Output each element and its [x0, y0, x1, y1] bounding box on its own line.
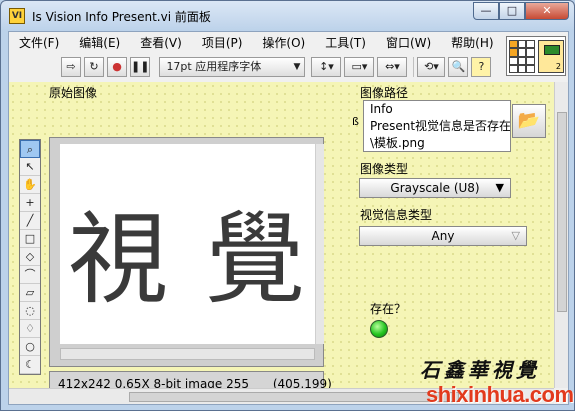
connector-terminal[interactable]: [509, 56, 518, 65]
image-type-indicator[interactable]: Grayscale (U8) ▼: [359, 178, 511, 198]
search-icon[interactable]: 🔍: [448, 57, 469, 77]
close-button[interactable]: ✕: [525, 2, 569, 20]
browse-folder-icon[interactable]: 📂: [512, 104, 546, 138]
image-display-label: 原始图像: [49, 86, 98, 100]
connector-terminal[interactable]: [517, 64, 527, 73]
annulus-tool-icon[interactable]: ⌒: [20, 266, 40, 284]
image-horizontal-scrollbar[interactable]: [60, 348, 315, 360]
menu-edit[interactable]: 编辑(E): [73, 32, 126, 54]
vision-info-type-value: Any: [431, 229, 455, 243]
connector-terminal[interactable]: [526, 56, 535, 65]
image-display: 視 覺: [49, 137, 324, 367]
connector-terminal[interactable]: [517, 40, 527, 49]
image-path-label: 图像路径: [360, 86, 409, 100]
menu-project[interactable]: 项目(P): [196, 32, 249, 54]
labview-window: VI Is Vision Info Present.vi 前面板 — □ ✕ 文…: [0, 0, 575, 411]
front-panel-canvas[interactable]: 原始图像 ⌕ ↖ ✋ + ╱ □ ◇ ⌒ ▱ ◌ ♢ ○ ☾ 視 覺 412x2…: [9, 82, 554, 397]
window-controls: — □ ✕: [473, 2, 569, 20]
vi-icon[interactable]: 2: [538, 40, 564, 73]
connector-pane-grid[interactable]: [509, 40, 535, 73]
menu-file[interactable]: 文件(F): [13, 32, 65, 54]
vision-info-type-label: 视觉信息类型: [360, 208, 433, 222]
scroll-thumb[interactable]: [557, 112, 567, 312]
exists-label: 存在？: [370, 302, 407, 316]
menu-window[interactable]: 窗口(W): [380, 32, 437, 54]
vision-info-type-control[interactable]: Any ▽: [359, 226, 527, 246]
help-icon[interactable]: ?: [471, 57, 492, 77]
connector-terminal[interactable]: [517, 56, 527, 65]
point-tool-icon[interactable]: +: [20, 194, 40, 212]
site-watermark: 石鑫華視覺 shixinhua.com: [410, 354, 574, 410]
rectangle-tool-icon[interactable]: □: [20, 230, 40, 248]
run-continuously-icon[interactable]: ↻: [84, 57, 104, 77]
pause-icon[interactable]: ❚❚: [130, 57, 151, 77]
watermark-url: shixinhua.com: [426, 382, 574, 407]
resize-objects-button[interactable]: ⇔▾: [377, 57, 408, 77]
run-arrow-icon[interactable]: ⇨: [61, 57, 81, 77]
reorder-button[interactable]: ⟲▾: [417, 57, 446, 77]
image-type-value: Grayscale (U8): [390, 181, 480, 195]
font-selector[interactable]: 17pt 应用程序字体 ▼: [159, 57, 306, 77]
vi-icon-number: 2: [555, 62, 561, 71]
connector-terminal[interactable]: [509, 40, 518, 49]
zoom-tool-icon[interactable]: ⌕: [20, 140, 40, 158]
font-selector-label: 17pt 应用程序字体: [166, 60, 262, 73]
image-glyph-vision: 視: [68, 201, 168, 318]
title-bar[interactable]: VI Is Vision Info Present.vi 前面板 — □ ✕: [1, 1, 574, 31]
menu-tools[interactable]: 工具(T): [319, 32, 372, 54]
menu-operate[interactable]: 操作(O): [256, 32, 311, 54]
connector-terminal[interactable]: [509, 48, 518, 57]
abort-icon[interactable]: ●: [107, 57, 127, 77]
window-title: Is Vision Info Present.vi 前面板: [32, 10, 211, 24]
image-tools-palette: ⌕ ↖ ✋ + ╱ □ ◇ ⌒ ▱ ◌ ♢ ○ ☾: [19, 139, 41, 375]
exists-led-indicator: [370, 320, 388, 338]
align-objects-button[interactable]: ↕▾: [311, 57, 342, 77]
toolbar-divider: [413, 57, 415, 77]
image-type-label: 图像类型: [360, 162, 409, 176]
path-prefix-glyph: ß: [352, 115, 359, 128]
menu-view[interactable]: 查看(V): [134, 32, 188, 54]
monitor-icon: [544, 45, 560, 55]
connector-terminal[interactable]: [517, 48, 527, 57]
dropdown-arrow-icon: ▼: [495, 181, 504, 194]
polygon-tool-icon[interactable]: ▱: [20, 284, 40, 302]
rotated-rectangle-tool-icon[interactable]: ◇: [20, 248, 40, 266]
image-canvas[interactable]: 視 覺: [60, 144, 315, 344]
image-vertical-scrollbar[interactable]: [316, 144, 324, 344]
dropdown-arrow-icon: ▽: [511, 229, 520, 242]
vi-app-icon: VI: [9, 8, 25, 24]
panel-vertical-scrollbar[interactable]: [554, 82, 568, 388]
connector-terminal[interactable]: [526, 64, 535, 73]
image-content: 視 覺: [68, 201, 305, 318]
broken-line-tool-icon[interactable]: ♢: [20, 320, 40, 338]
pan-tool-icon[interactable]: ✋: [20, 176, 40, 194]
selection-tool-icon[interactable]: ↖: [20, 158, 40, 176]
image-path-line: Info: [370, 102, 393, 116]
minimize-button[interactable]: —: [473, 2, 499, 20]
connector-terminal[interactable]: [526, 40, 535, 49]
oval-tool-icon[interactable]: ○: [20, 338, 40, 356]
freehand-tool-icon[interactable]: ◌: [20, 302, 40, 320]
image-path-line: \模板.png: [370, 136, 425, 150]
image-glyph-perception: 覺: [205, 201, 305, 318]
image-path-control[interactable]: Info Present视觉信息是否存在 \模板.png: [363, 100, 511, 152]
menu-bar: 文件(F) 编辑(E) 查看(V) 项目(P) 操作(O) 工具(T) 窗口(W…: [9, 32, 499, 54]
connector-pane[interactable]: 2: [506, 36, 566, 76]
connector-terminal[interactable]: [509, 64, 518, 73]
annulus-sector-tool-icon[interactable]: ☾: [20, 356, 40, 374]
connector-terminal[interactable]: [526, 48, 535, 57]
distribute-objects-button[interactable]: ▭▾: [344, 57, 375, 77]
watermark-calligraphy: 石鑫華視覺: [420, 358, 540, 382]
front-panel-client: 文件(F) 编辑(E) 查看(V) 项目(P) 操作(O) 工具(T) 窗口(W…: [8, 31, 569, 405]
chevron-down-icon: ▼: [293, 62, 301, 72]
line-tool-icon[interactable]: ╱: [20, 212, 40, 230]
image-path-line: Present视觉信息是否存在: [370, 119, 511, 133]
toolbar: ⇨ ↻ ● ❚❚ 17pt 应用程序字体 ▼ ↕▾ ▭▾ ⇔▾ ⟲▾ 🔍 ?: [9, 54, 499, 80]
menu-help[interactable]: 帮助(H): [445, 32, 499, 54]
maximize-button[interactable]: □: [499, 2, 525, 20]
